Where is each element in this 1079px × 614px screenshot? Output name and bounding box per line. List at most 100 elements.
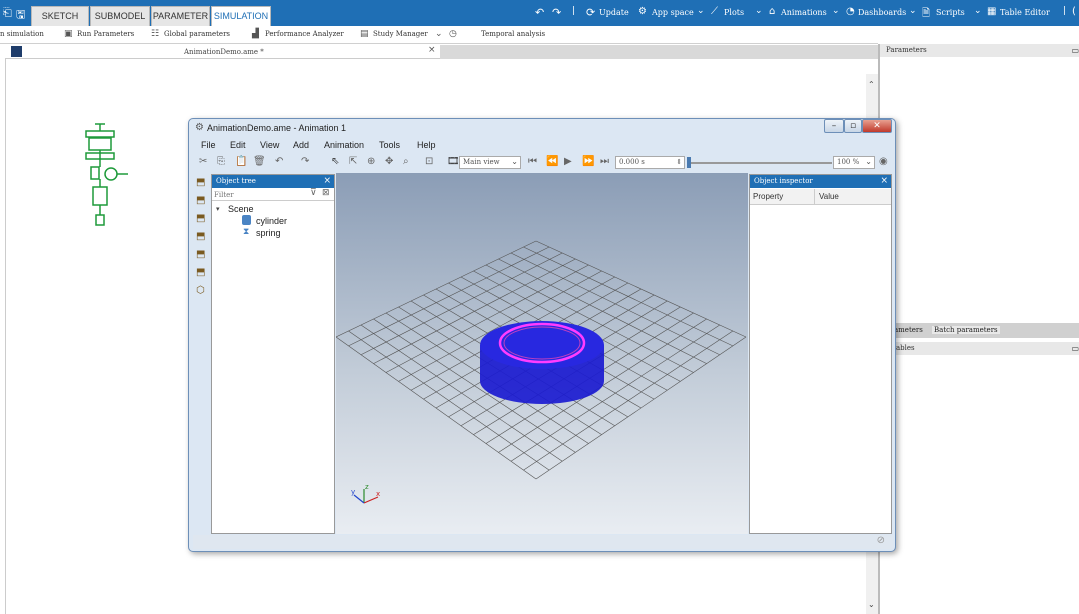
undo-icon[interactable]: ↶ xyxy=(535,6,544,19)
close-icon[interactable]: × xyxy=(428,45,436,55)
tab-parameters[interactable]: ameters xyxy=(894,326,923,334)
box-shape-icon[interactable]: ⬒ xyxy=(196,177,205,188)
spin-icon[interactable]: ⇕ xyxy=(676,157,682,168)
run-parameters-button[interactable]: Run Parameters xyxy=(77,30,134,38)
maximize-button[interactable]: ▫ xyxy=(844,119,862,133)
menu-edit[interactable]: Edit xyxy=(230,140,246,150)
performance-analyzer-button[interactable]: Performance Analyzer xyxy=(265,30,344,38)
minimize-button[interactable]: – xyxy=(824,119,844,133)
paste-icon[interactable]: 📋 xyxy=(235,156,247,167)
time-input[interactable]: 0.000 s ⇕ xyxy=(615,156,685,169)
panel-maximize-icon[interactable]: ▭ xyxy=(1071,44,1079,57)
plots-button[interactable]: Plots xyxy=(724,8,744,17)
study-manager-button[interactable]: Study Manager xyxy=(373,30,428,38)
window-titlebar[interactable]: ⚙ AnimationDemo.ame - Animation 1 – ▫ ✕ xyxy=(189,119,895,137)
play-icon[interactable]: ▶ xyxy=(564,156,572,167)
tree-item-cylinder[interactable]: cylinder xyxy=(256,216,287,226)
menu-animation[interactable]: Animation xyxy=(324,140,364,150)
expand-arrow-icon[interactable]: ▾ xyxy=(216,205,220,213)
temporal-analysis-button[interactable]: Temporal analysis xyxy=(481,30,545,38)
system-schematic[interactable] xyxy=(81,119,141,231)
panel-maximize-icon[interactable]: ▭ xyxy=(1071,342,1079,355)
scroll-up-icon[interactable]: ⌃ xyxy=(868,80,875,89)
chevron-down-icon[interactable]: ⌄ xyxy=(435,29,443,39)
redo-icon[interactable]: ↷ xyxy=(552,6,561,19)
close-button[interactable]: ✕ xyxy=(862,119,892,133)
chevron-down-icon[interactable]: ⌄ xyxy=(974,6,982,16)
start-simulation-button[interactable]: n simulation xyxy=(0,30,44,38)
scene-render[interactable]: z x y xyxy=(336,173,748,534)
filter-icon[interactable]: ⊽ xyxy=(310,188,317,198)
cone-shape-icon[interactable]: ⬒ xyxy=(196,231,205,242)
menu-file[interactable]: File xyxy=(201,140,216,150)
cube-icon[interactable]: ⬡ xyxy=(196,285,205,296)
scripts-button[interactable]: Scripts xyxy=(936,8,965,17)
chevron-down-icon[interactable]: ⌄ xyxy=(832,6,840,16)
chevron-down-icon[interactable]: ⌄ xyxy=(755,6,763,16)
tab-simulation[interactable]: SIMULATION xyxy=(211,6,271,26)
tree-item-scene[interactable]: Scene xyxy=(228,204,254,214)
sphere-shape-icon[interactable]: ⬒ xyxy=(196,213,205,224)
undo-icon[interactable]: ↶ xyxy=(275,156,283,167)
menu-add[interactable]: Add xyxy=(293,140,309,150)
animations-button[interactable]: Animations xyxy=(781,8,827,17)
filter-input[interactable] xyxy=(214,190,306,200)
redo-icon[interactable]: ↷ xyxy=(301,156,309,167)
app-space-icon: ⚙ xyxy=(638,6,647,17)
dashboards-button[interactable]: Dashboards xyxy=(858,8,906,17)
column-value[interactable]: Value xyxy=(819,192,839,201)
time-slider-handle[interactable] xyxy=(687,157,691,168)
app-space-button[interactable]: App space xyxy=(652,8,694,17)
chevron-down-icon[interactable]: ⌄ xyxy=(909,6,917,16)
resize-grip-icon[interactable]: ⊘ xyxy=(877,535,885,546)
copy-icon[interactable]: ⎘ xyxy=(217,156,225,167)
clear-filter-icon[interactable]: ⊠ xyxy=(322,188,330,198)
menu-tools[interactable]: Tools xyxy=(379,140,400,150)
delete-icon[interactable]: 🗑 xyxy=(253,156,266,167)
select-pointer-icon[interactable]: ⇖ xyxy=(331,156,339,167)
close-icon[interactable]: × xyxy=(880,175,888,188)
3d-viewport[interactable]: z x y xyxy=(336,173,748,534)
pan-view-icon[interactable]: ✥ xyxy=(385,156,393,167)
column-property[interactable]: Property xyxy=(753,192,783,201)
step-forward-icon[interactable]: ⏩ xyxy=(582,156,594,167)
forward-end-icon[interactable]: ⏭ xyxy=(600,156,609,167)
view-select[interactable]: Main view ⌄ xyxy=(459,156,521,169)
chevron-down-icon[interactable]: ⌄ xyxy=(697,6,705,16)
select-object-icon[interactable]: ⇱ xyxy=(349,156,357,167)
menu-view[interactable]: View xyxy=(260,140,279,150)
menu-help[interactable]: Help xyxy=(417,140,436,150)
close-icon[interactable]: × xyxy=(323,175,331,188)
floppy-icon[interactable]: 🖫 xyxy=(16,6,25,25)
zoom-view-icon[interactable]: ⌕ xyxy=(403,156,409,167)
dashboards-icon: ◔ xyxy=(846,6,855,17)
tab-sketch[interactable]: SKETCH xyxy=(31,6,89,26)
spring-shape-icon[interactable]: ⬒ xyxy=(196,249,205,260)
document-tab[interactable]: AnimationDemo.ame * × xyxy=(5,45,440,59)
tab-submodel[interactable]: SUBMODEL xyxy=(90,6,150,26)
fit-view-icon[interactable]: ⊡ xyxy=(425,156,433,167)
help-icon[interactable]: ( xyxy=(1072,6,1076,17)
zoom-select[interactable]: 100 % ⌄ xyxy=(833,156,875,169)
object-inspector-panel: Object inspector × Property Value xyxy=(749,174,892,534)
cylinder-shape-icon[interactable]: ⬒ xyxy=(196,195,205,206)
tab-batch-parameters[interactable]: Batch parameters xyxy=(932,326,1000,334)
time-slider-track[interactable] xyxy=(687,162,832,164)
axis-z-label: z xyxy=(365,483,369,491)
table-editor-button[interactable]: Table Editor xyxy=(1000,8,1050,17)
tree-item-spring[interactable]: spring xyxy=(256,228,281,238)
tab-parameter[interactable]: PARAMETER xyxy=(151,6,210,26)
scroll-down-icon[interactable]: ⌄ xyxy=(868,600,875,609)
frame-shape-icon[interactable]: ⬒ xyxy=(196,267,205,278)
update-button[interactable]: Update xyxy=(599,8,629,17)
global-parameters-button[interactable]: Global parameters xyxy=(164,30,230,38)
inspector-table-header: Property Value xyxy=(750,189,891,205)
cut-icon[interactable]: ✂ xyxy=(199,156,207,167)
cylinder-object[interactable] xyxy=(480,321,604,404)
step-back-icon[interactable]: ⏪ xyxy=(546,156,558,167)
rewind-start-icon[interactable]: ⏮ xyxy=(528,156,537,167)
screenshot-icon[interactable]: ◉ xyxy=(879,156,888,167)
rotate-view-icon[interactable]: ⊕ xyxy=(367,156,375,167)
save-icon[interactable]: ⎗ xyxy=(3,6,12,20)
object-inspector-title: Object inspector xyxy=(754,177,813,185)
